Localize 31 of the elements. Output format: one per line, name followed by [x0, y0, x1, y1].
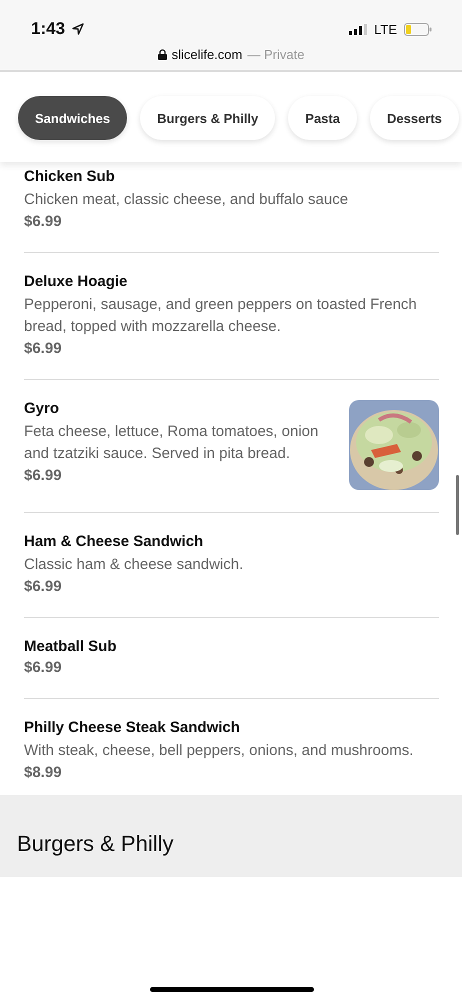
item-name[interactable]: Philly Cheese Steak Sandwich — [24, 719, 439, 736]
battery-icon — [404, 22, 432, 36]
item-name[interactable]: Gyro — [24, 400, 333, 417]
category-tab[interactable]: Pasta — [288, 96, 357, 140]
network-label: LTE — [374, 22, 397, 36]
section-heading: Burgers & Philly — [17, 831, 175, 857]
item-description: Pepperoni, sausage, and green peppers on toasted French bread, topped with mozzarella cheese. — [24, 295, 418, 337]
category-tab[interactable]: Sandwiches — [18, 96, 128, 140]
location-arrow-icon — [72, 23, 84, 35]
scrollbar — [456, 475, 459, 535]
item-name[interactable]: Meatball Sub — [24, 638, 439, 655]
item-name[interactable]: Ham & Cheese Sandwich — [24, 533, 439, 550]
item-price: $6.99 — [24, 340, 63, 357]
item-price: $6.99 — [24, 467, 63, 484]
item-price: $6.99 — [24, 213, 63, 230]
lock-icon — [158, 49, 167, 60]
item-price: $6.99 — [24, 659, 63, 676]
url-domain[interactable]: slicelife.com — [172, 47, 242, 62]
item-description: With steak, cheese, bell peppers, onions, and mushrooms. — [24, 741, 414, 761]
category-tab[interactable]: Burgers & Philly — [140, 96, 276, 140]
item-name[interactable]: Deluxe Hoagie — [24, 273, 439, 290]
item-name[interactable]: Chicken Sub — [24, 168, 439, 185]
signal-icon — [349, 24, 368, 34]
item-description: Chicken meat, classic cheese, and buffalo sauce — [24, 190, 350, 210]
item-price: $6.99 — [24, 578, 63, 595]
category-tab[interactable]: Desserts — [370, 96, 459, 140]
status-time: 1:43 — [31, 19, 66, 39]
private-label: — Private — [247, 47, 304, 62]
item-description: Classic ham & cheese sandwich. — [24, 555, 244, 575]
item-price: $8.99 — [24, 764, 63, 781]
item-description: Feta cheese, lettuce, Roma tomatoes, onion and tzatziki sauce. Served in pita bread. — [24, 422, 320, 464]
